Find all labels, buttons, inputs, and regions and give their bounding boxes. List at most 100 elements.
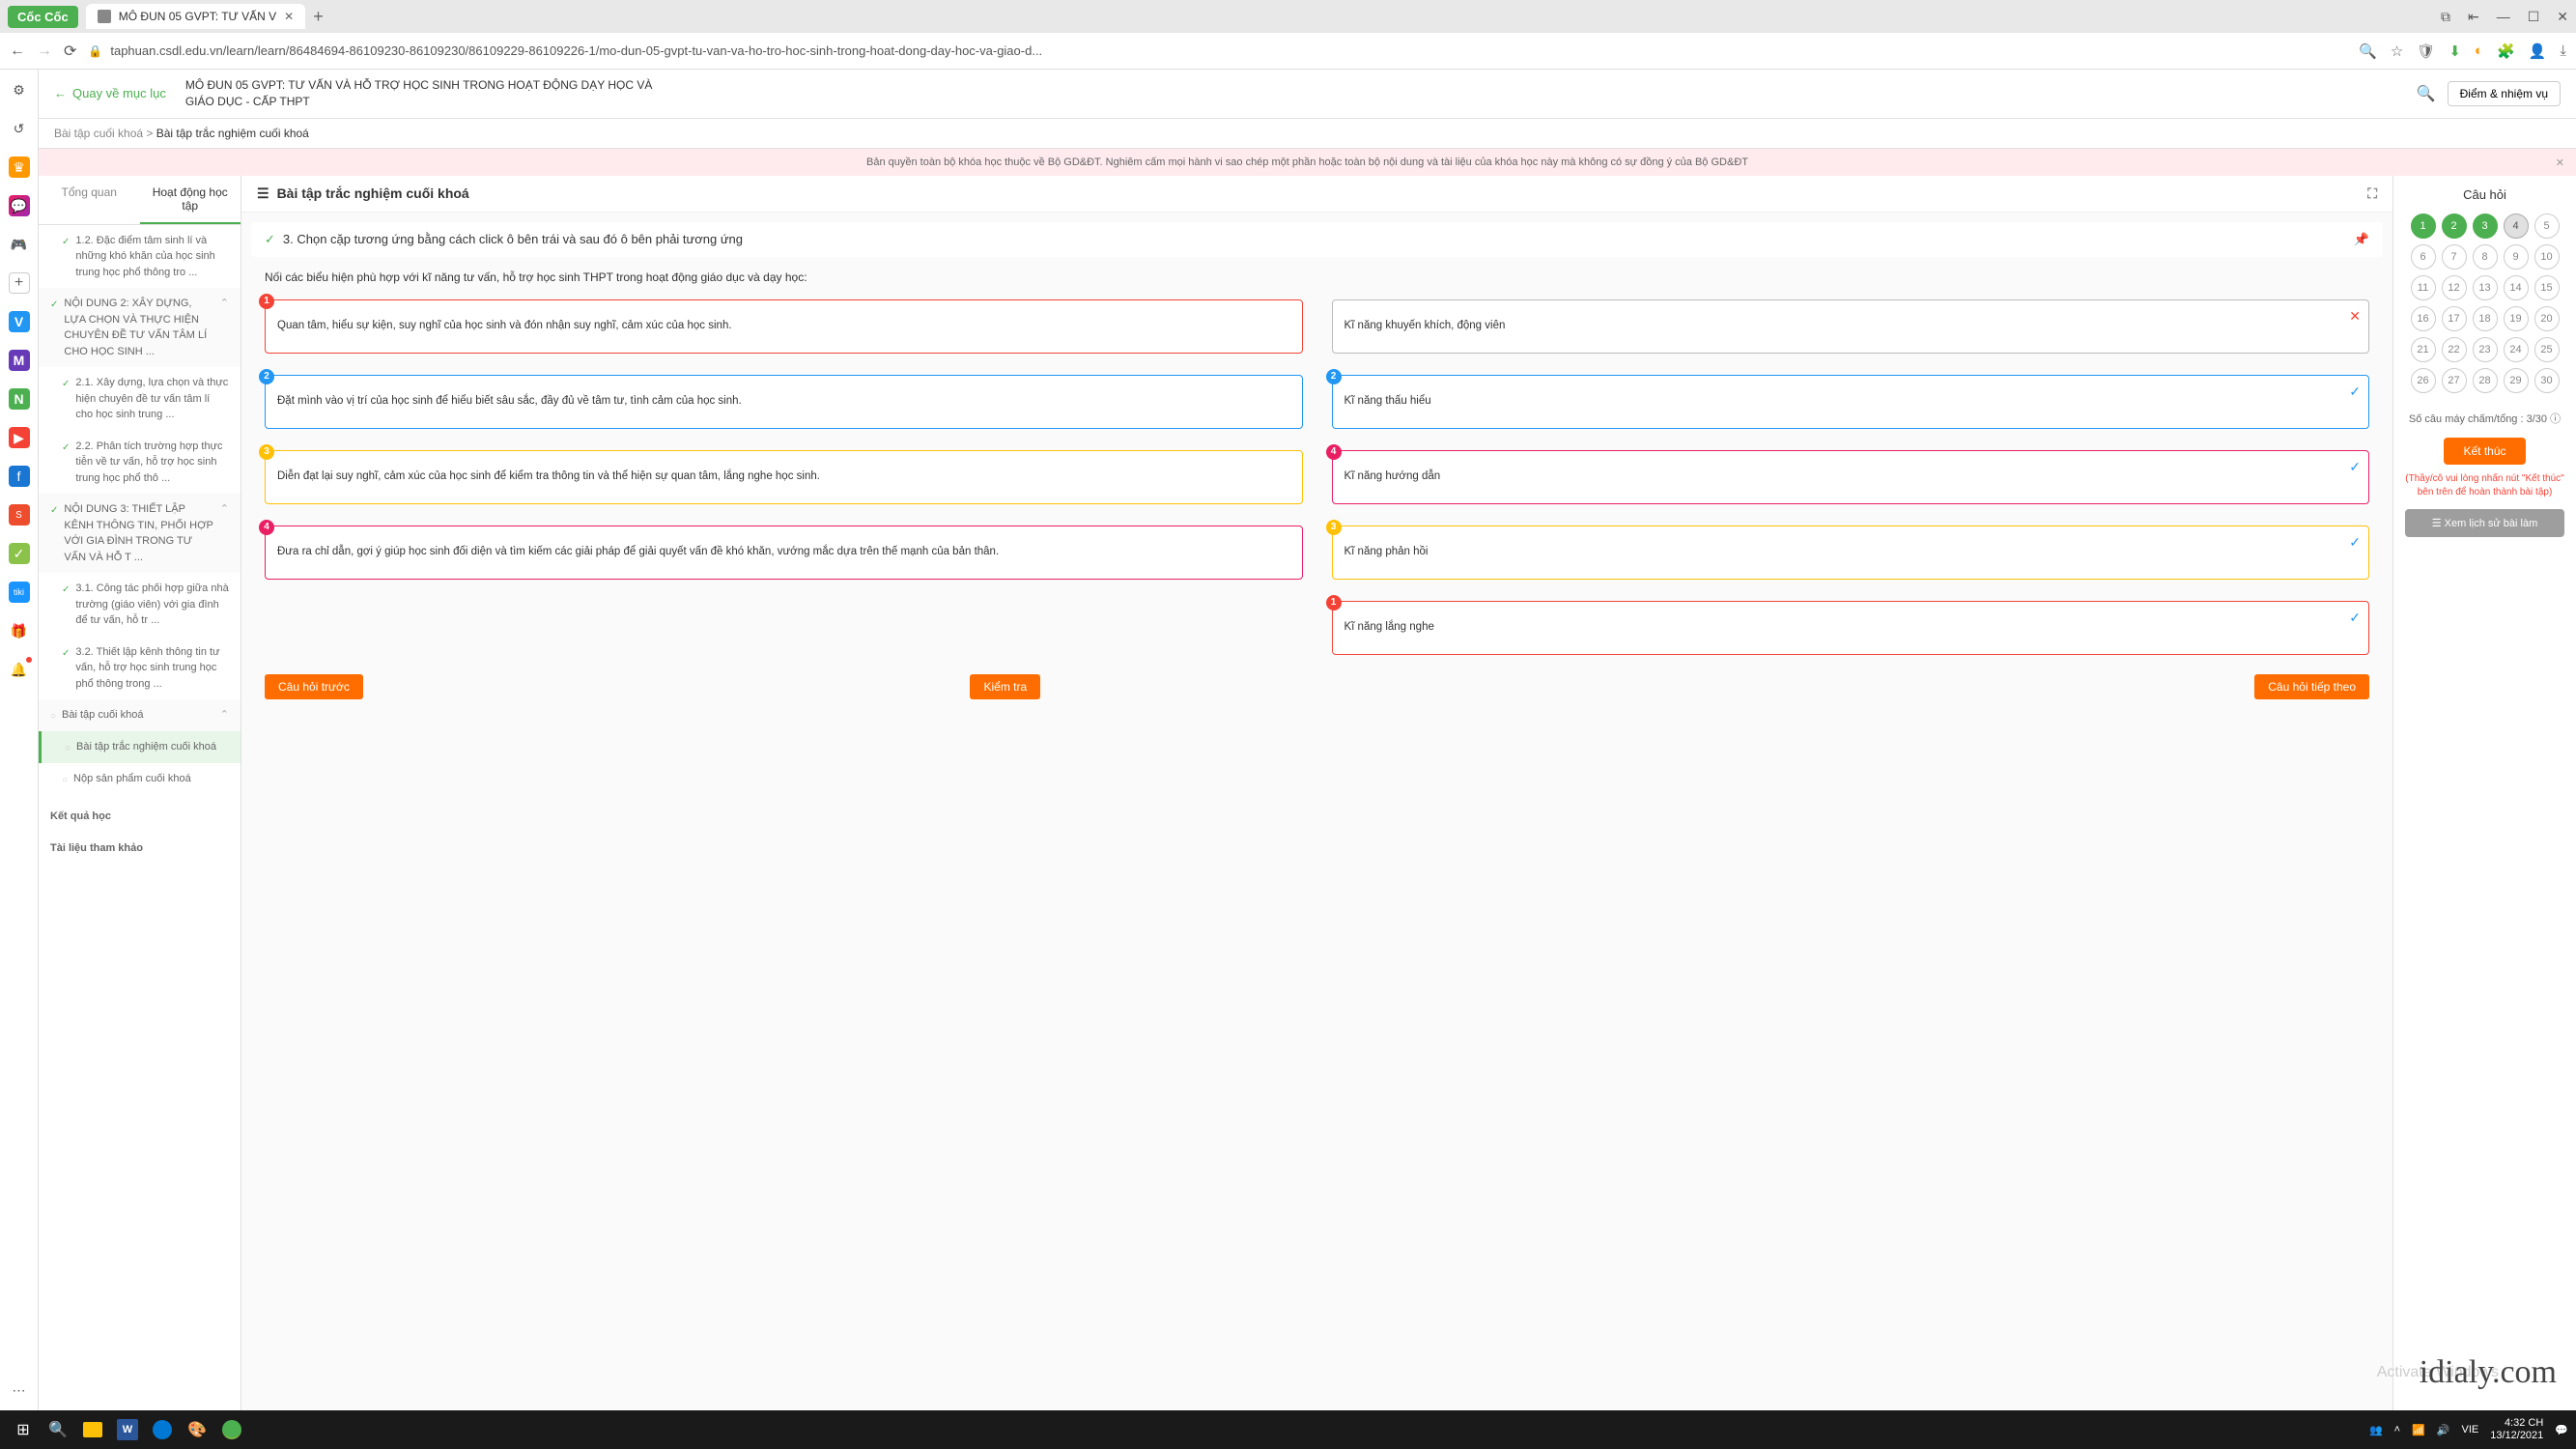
paint-icon[interactable]: 🎨 xyxy=(182,1414,212,1445)
crown-icon[interactable]: ♛ xyxy=(9,156,30,178)
nav-item[interactable]: ✓3.2. Thiết lập kênh thông tin tư vấn, h… xyxy=(39,637,241,700)
right-option-3[interactable]: 4✓Kĩ năng hướng dẫn xyxy=(1332,450,2370,504)
q-nav-27[interactable]: 27 xyxy=(2442,368,2467,393)
q-nav-13[interactable]: 13 xyxy=(2473,275,2498,300)
nav-item[interactable]: Kết quả học xyxy=(39,795,241,833)
coccoc-taskbar-icon[interactable] xyxy=(216,1414,247,1445)
q-nav-3[interactable]: 3 xyxy=(2473,213,2498,239)
next-question-button[interactable]: Câu hỏi tiếp theo xyxy=(2254,674,2369,699)
q-nav-28[interactable]: 28 xyxy=(2473,368,2498,393)
search-icon[interactable]: 🔍 xyxy=(2417,84,2436,103)
wifi-icon[interactable]: 📶 xyxy=(2412,1424,2425,1436)
q-nav-2[interactable]: 2 xyxy=(2442,213,2467,239)
download-icon[interactable]: ⬇ xyxy=(2449,43,2461,60)
gamepad-icon[interactable]: 🎮 xyxy=(9,234,30,255)
q-nav-25[interactable]: 25 xyxy=(2534,337,2560,362)
people-icon[interactable]: 👥 xyxy=(2369,1424,2383,1436)
v-app-icon[interactable]: V xyxy=(9,311,30,332)
restore-icon[interactable]: ⇤ xyxy=(2468,9,2479,25)
nav-section[interactable]: ✓NỘI DUNG 2: XÂY DỰNG, LỰA CHỌN VÀ THỰC … xyxy=(39,288,241,367)
history-button[interactable]: ☰ Xem lịch sử bài làm xyxy=(2405,509,2564,537)
q-nav-22[interactable]: 22 xyxy=(2442,337,2467,362)
back-to-toc-link[interactable]: ← Quay về mục lục xyxy=(54,86,166,100)
profile-icon[interactable]: 👤 xyxy=(2529,43,2547,60)
facebook-icon[interactable]: f xyxy=(9,466,30,487)
nav-item[interactable]: Tài liệu tham khảo xyxy=(39,833,241,865)
clock[interactable]: 4:32 CH 13/12/2021 xyxy=(2490,1417,2543,1442)
shield-icon[interactable]: 🛡 xyxy=(2417,43,2435,60)
left-option-2[interactable]: 2Đặt mình vào vị trí của học sinh để hiể… xyxy=(265,375,1303,429)
finish-button[interactable]: Kết thúc xyxy=(2444,438,2525,465)
tiki-icon[interactable]: tiki xyxy=(9,582,30,603)
left-option-3[interactable]: 3Diễn đạt lại suy nghĩ, cảm xúc của học … xyxy=(265,450,1303,504)
settings-icon[interactable]: ⚙ xyxy=(9,79,30,100)
q-nav-10[interactable]: 10 xyxy=(2534,244,2560,270)
q-nav-6[interactable]: 6 xyxy=(2411,244,2436,270)
q-nav-4[interactable]: 4 xyxy=(2504,213,2529,239)
gift-icon[interactable]: 🎁 xyxy=(9,620,30,641)
bell-icon[interactable]: 🔔 xyxy=(9,659,30,680)
right-option-1[interactable]: ✕Kĩ năng khuyến khích, động viên xyxy=(1332,299,2370,354)
reload-button[interactable]: ⟳ xyxy=(64,42,76,61)
right-option-2[interactable]: 2✓Kĩ năng thấu hiểu xyxy=(1332,375,2370,429)
q-nav-20[interactable]: 20 xyxy=(2534,306,2560,331)
tab-activities[interactable]: Hoạt động học tập xyxy=(140,176,241,224)
forward-button[interactable]: → xyxy=(37,43,52,60)
zoom-icon[interactable]: 🔍 xyxy=(2359,43,2377,60)
add-icon[interactable]: + xyxy=(9,272,30,294)
n-app-icon[interactable]: N xyxy=(9,388,30,410)
nav-item-current[interactable]: ○Bài tập trắc nghiệm cuối khoá xyxy=(39,731,241,763)
star-icon[interactable]: ☆ xyxy=(2391,43,2403,60)
q-nav-8[interactable]: 8 xyxy=(2473,244,2498,270)
new-tab-button[interactable]: + xyxy=(313,7,324,27)
q-nav-5[interactable]: 5 xyxy=(2534,213,2560,239)
warning-close-icon[interactable]: ✕ xyxy=(2556,156,2564,169)
nav-item[interactable]: ✓1.2. Đặc điểm tâm sinh lí và những khó … xyxy=(39,225,241,289)
nav-section[interactable]: ✓NỘI DUNG 3: THIẾT LẬP KÊNH THÔNG TIN, P… xyxy=(39,494,241,573)
q-nav-15[interactable]: 15 xyxy=(2534,275,2560,300)
search-button[interactable]: 🔍 xyxy=(42,1414,73,1445)
q-nav-12[interactable]: 12 xyxy=(2442,275,2467,300)
nav-item[interactable]: ✓3.1. Công tác phối hợp giữa nhà trường … xyxy=(39,573,241,637)
browser-tab[interactable]: MÔ ĐUN 05 GVPT: TƯ VẤN V ✕ xyxy=(86,4,305,29)
tray-arrow-icon[interactable]: ˄ xyxy=(2394,1424,2400,1435)
breadcrumb-item[interactable]: Bài tập cuối khoá xyxy=(54,127,143,140)
nav-item[interactable]: ✓2.1. Xây dựng, lựa chọn và thực hiện ch… xyxy=(39,367,241,431)
tab-close-icon[interactable]: ✕ xyxy=(284,10,294,23)
history-icon[interactable]: ↺ xyxy=(9,118,30,139)
notifications-icon[interactable]: 💬 xyxy=(2555,1424,2568,1436)
prev-question-button[interactable]: Câu hỏi trước xyxy=(265,674,363,699)
q-nav-26[interactable]: 26 xyxy=(2411,368,2436,393)
minimize-icon[interactable]: — xyxy=(2497,9,2510,25)
q-nav-7[interactable]: 7 xyxy=(2442,244,2467,270)
shopee-icon[interactable]: S xyxy=(9,504,30,526)
q-nav-30[interactable]: 30 xyxy=(2534,368,2560,393)
nav-item[interactable]: ✓2.2. Phân tích trường hợp thực tiễn về … xyxy=(39,431,241,495)
back-button[interactable]: ← xyxy=(10,43,25,60)
q-nav-18[interactable]: 18 xyxy=(2473,306,2498,331)
q-nav-29[interactable]: 29 xyxy=(2504,368,2529,393)
q-nav-11[interactable]: 11 xyxy=(2411,275,2436,300)
expand-icon[interactable]: ⛶ xyxy=(2367,185,2377,202)
q-nav-9[interactable]: 9 xyxy=(2504,244,2529,270)
nav-item[interactable]: ○Nộp sản phẩm cuối khoá xyxy=(39,763,241,795)
download2-icon[interactable]: ⤓ xyxy=(2560,43,2566,60)
right-option-4[interactable]: 3✓Kĩ năng phản hồi xyxy=(1332,526,2370,580)
q-nav-23[interactable]: 23 xyxy=(2473,337,2498,362)
youtube-icon[interactable]: ▶ xyxy=(9,427,30,448)
coccoc-icon[interactable]: ◐ xyxy=(2475,43,2483,60)
url-box[interactable]: 🔒 taphuan.csdl.edu.vn/learn/learn/864846… xyxy=(88,43,2347,58)
language-indicator[interactable]: VIE xyxy=(2462,1424,2479,1435)
left-option-1[interactable]: 1Quan tâm, hiểu sự kiện, suy nghĩ của họ… xyxy=(265,299,1303,354)
score-button[interactable]: Điểm & nhiệm vụ xyxy=(2448,81,2561,106)
q-nav-16[interactable]: 16 xyxy=(2411,306,2436,331)
pin-icon[interactable]: 📌 xyxy=(2354,232,2369,247)
breadcrumb-item[interactable]: Bài tập trắc nghiệm cuối khoá xyxy=(156,127,309,140)
q-nav-21[interactable]: 21 xyxy=(2411,337,2436,362)
file-explorer-icon[interactable] xyxy=(77,1414,108,1445)
q-nav-14[interactable]: 14 xyxy=(2504,275,2529,300)
volume-icon[interactable]: 🔊 xyxy=(2437,1424,2450,1436)
q-nav-17[interactable]: 17 xyxy=(2442,306,2467,331)
right-option-5[interactable]: 1✓Kĩ năng lắng nghe xyxy=(1332,601,2370,655)
tab-overview[interactable]: Tổng quan xyxy=(39,176,140,224)
